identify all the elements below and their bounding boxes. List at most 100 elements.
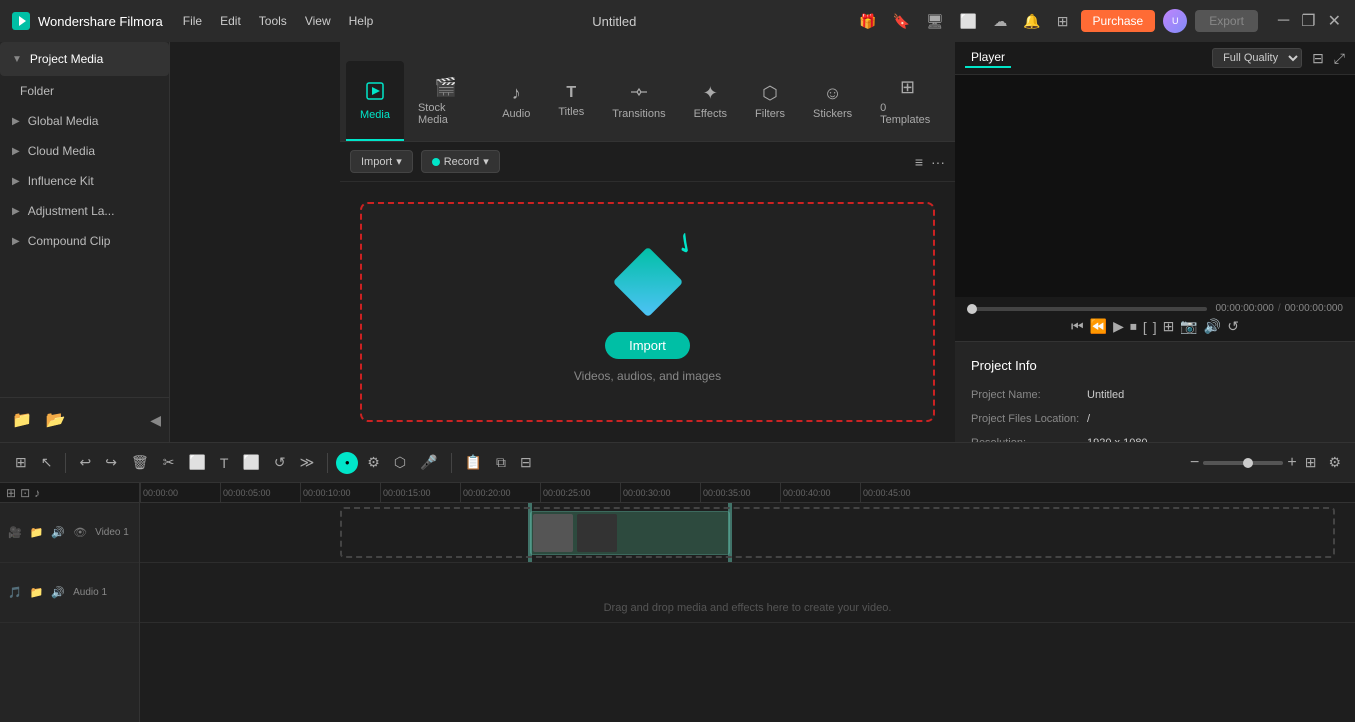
video-track-camera-icon[interactable]: 🎥 xyxy=(6,524,24,541)
step-back-button[interactable]: ⏪ xyxy=(1090,318,1107,335)
cloud-icon[interactable]: ☁ xyxy=(989,11,1011,32)
export-button[interactable]: Export xyxy=(1195,10,1258,32)
play-button[interactable]: ▶ xyxy=(1113,318,1124,335)
timeline-pip-button[interactable]: ⧉ xyxy=(491,450,511,475)
snapshot-button[interactable]: 📷 xyxy=(1180,318,1197,335)
timeline-crop-button[interactable]: ⬜ xyxy=(183,450,210,475)
video-track-audio-icon[interactable]: 🔊 xyxy=(49,524,67,541)
timeline-pointer-button[interactable]: ↖ xyxy=(36,450,58,475)
timeline-redo-button[interactable]: ↪ xyxy=(100,450,122,475)
new-folder-button[interactable]: 📂 xyxy=(42,406,70,434)
quality-select[interactable]: Full Quality xyxy=(1212,48,1302,68)
timeline-clip-settings[interactable]: ⚙ xyxy=(362,450,385,475)
add-video-track-button[interactable]: ⊞ xyxy=(6,486,16,500)
tab-filters[interactable]: ⬡ Filters xyxy=(741,61,799,141)
audio-track-folder-icon[interactable]: 📁 xyxy=(28,584,46,601)
timeline-grid-button[interactable]: ⊞ xyxy=(10,450,32,475)
settings-button[interactable]: ↺ xyxy=(1227,318,1239,335)
user-avatar[interactable]: U xyxy=(1163,9,1187,33)
apps-icon[interactable]: ⊞ xyxy=(1053,11,1073,32)
chevron-icon: ▶ xyxy=(12,146,20,157)
timeline-record-indicator[interactable]: ● xyxy=(336,452,358,474)
gift-icon[interactable]: 🎁 xyxy=(855,11,880,32)
tab-audio[interactable]: ♪ Audio xyxy=(488,61,544,141)
record-indicator-icon: ● xyxy=(345,458,350,467)
player-tab[interactable]: Player xyxy=(965,48,1011,68)
zoom-out-button[interactable]: − xyxy=(1190,454,1199,472)
sidebar-item-compound-clip[interactable]: ▶ Compound Clip xyxy=(0,226,169,256)
timeline-rotate-button[interactable]: ↺ xyxy=(269,450,291,475)
mark-out-button[interactable]: ] xyxy=(1153,319,1157,335)
player-timeline-slider[interactable] xyxy=(967,307,1207,311)
minimize-button[interactable]: ─ xyxy=(1274,11,1293,31)
add-folder-button[interactable]: 📁 xyxy=(8,406,36,434)
collapse-sidebar-button[interactable]: ◀ xyxy=(150,406,161,434)
add-to-timeline-button[interactable]: ⊞ xyxy=(1163,318,1175,335)
sidebar-item-folder[interactable]: Folder xyxy=(0,76,169,106)
fullscreen-button[interactable]: ⤢ xyxy=(1334,50,1345,67)
filter-button[interactable]: ≡ xyxy=(915,154,923,170)
audio-track-mute-icon[interactable]: 🔊 xyxy=(49,584,67,601)
timeline-split-button[interactable]: ⊟ xyxy=(515,450,537,475)
stop-button[interactable]: ⏹ xyxy=(1130,318,1137,335)
menu-view[interactable]: View xyxy=(305,14,331,28)
sidebar-project-media[interactable]: ▼ Project Media xyxy=(0,42,169,76)
import-drop-zone[interactable]: ✓ Import Videos, audios, and images xyxy=(360,202,935,422)
timeline-undo-button[interactable]: ↩ xyxy=(74,450,96,475)
audio-track-1-row[interactable]: Drag and drop media and effects here to … xyxy=(140,563,1355,623)
menu-file[interactable]: File xyxy=(183,14,202,28)
maximize-button[interactable]: ❐ xyxy=(1297,11,1319,31)
sidebar-item-adjustment-layer[interactable]: ▶ Adjustment La... xyxy=(0,196,169,226)
add-compound-button[interactable]: ⊡ xyxy=(20,486,30,500)
timeline-more-button[interactable]: ≫ xyxy=(295,450,320,475)
zoom-in-button[interactable]: + xyxy=(1287,454,1296,472)
project-name-value: Untitled xyxy=(1087,389,1124,401)
menu-tools[interactable]: Tools xyxy=(259,14,287,28)
add-audio-button[interactable]: ♪ xyxy=(34,486,40,500)
timeline-delete-button[interactable]: 🗑 xyxy=(126,450,154,475)
audio-track-music-icon[interactable]: 🎵 xyxy=(6,584,24,601)
import-button[interactable]: Import ▾ xyxy=(350,150,413,173)
tab-effects[interactable]: ✦ Effects xyxy=(680,61,741,141)
more-options-button[interactable]: ··· xyxy=(931,154,945,170)
video-track-1-row[interactable] xyxy=(140,503,1355,563)
video-track-folder-icon[interactable]: 📁 xyxy=(28,524,46,541)
global-media-label: Global Media xyxy=(28,114,99,128)
sidebar-item-global-media[interactable]: ▶ Global Media xyxy=(0,106,169,136)
timeline-cut-button[interactable]: ✂ xyxy=(158,450,180,475)
timeline-transform-button[interactable]: ⬜ xyxy=(237,450,264,475)
timeline-settings-button[interactable]: ⚙ xyxy=(1324,450,1345,475)
tab-media[interactable]: Media xyxy=(346,61,404,141)
sidebar-item-cloud-media[interactable]: ▶ Cloud Media xyxy=(0,136,169,166)
monitor-icon[interactable]: 🖥 xyxy=(922,11,948,32)
tab-transitions[interactable]: Transitions xyxy=(598,61,679,141)
close-button[interactable]: ✕ xyxy=(1324,11,1345,31)
zoom-slider[interactable] xyxy=(1203,461,1283,465)
sidebar-item-influence-kit[interactable]: ▶ Influence Kit xyxy=(0,166,169,196)
video-track-visibility-icon[interactable]: 👁 xyxy=(71,524,89,541)
timeline-toolbar: ⊞ ↖ ↩ ↪ 🗑 ✂ ⬜ T ⬜ ↺ ≫ ● ⚙ ⬡ 🎤 📋 ⧉ ⊟ − + … xyxy=(0,443,1355,483)
go-to-start-button[interactable]: ⏮ xyxy=(1071,318,1084,335)
timeline-text-button[interactable]: T xyxy=(215,451,234,475)
record-button[interactable]: Record ▾ xyxy=(421,150,500,173)
menu-edit[interactable]: Edit xyxy=(220,14,241,28)
timeline-layout-button[interactable]: ⊞ xyxy=(1301,450,1321,475)
import-big-button[interactable]: Import xyxy=(605,332,690,359)
tab-templates[interactable]: ⊞ 0 Templates xyxy=(866,61,949,141)
timeline-mic-button[interactable]: 🎤 xyxy=(415,450,442,475)
bell-icon[interactable]: 🔔 xyxy=(1019,11,1044,32)
tab-stickers[interactable]: ☺ Stickers xyxy=(799,61,866,141)
tab-titles[interactable]: T Titles xyxy=(544,61,598,141)
effects-tab-label: Effects xyxy=(694,108,727,120)
volume-button[interactable]: 🔊 xyxy=(1204,318,1221,335)
purchase-button[interactable]: Purchase xyxy=(1081,10,1156,32)
timeline-marker-button[interactable]: ⬡ xyxy=(389,450,411,475)
stickers-tab-icon: ☺ xyxy=(823,83,841,104)
bookmark-icon[interactable]: 🔖 xyxy=(889,11,914,32)
split-view-button[interactable]: ⊟ xyxy=(1312,50,1324,67)
timeline-track-button[interactable]: 📋 xyxy=(460,450,487,475)
minimize-icon2[interactable]: ⬜ xyxy=(956,11,981,32)
tab-stock-media[interactable]: 🎬 Stock Media xyxy=(404,61,488,141)
menu-help[interactable]: Help xyxy=(349,14,374,28)
mark-in-button[interactable]: [ xyxy=(1143,319,1147,335)
